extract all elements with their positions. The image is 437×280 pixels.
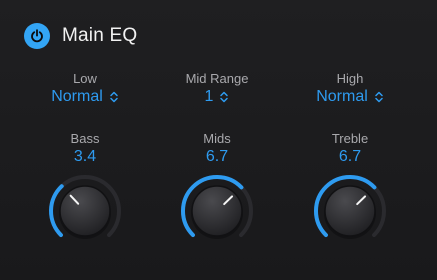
high-selector-label: High <box>336 71 364 86</box>
treble-knob-value: 6.7 <box>338 148 362 165</box>
knob-body <box>191 185 243 237</box>
mid-range-selector-label: Mid Range <box>185 71 249 86</box>
low-selector-value: Normal <box>51 88 103 105</box>
bass-knob-value: 3.4 <box>73 148 97 165</box>
high-selector-value: Normal <box>316 88 368 105</box>
bass-knob[interactable] <box>45 171 125 251</box>
knob-body <box>59 185 111 237</box>
low-selector[interactable]: Normal <box>25 88 145 106</box>
power-button[interactable] <box>24 23 50 49</box>
panel-header: Main EQ <box>24 22 137 50</box>
high-selector[interactable]: Normal <box>290 88 410 106</box>
bass-knob-label: Bass <box>70 131 100 146</box>
mid-range-selector-value: 1 <box>204 88 214 105</box>
main-eq-panel: Main EQ Low Normal Bass 3.4 Mid Range 1 … <box>0 0 437 280</box>
up-down-chevron-icon <box>375 91 383 103</box>
up-down-chevron-icon <box>220 91 229 103</box>
low-selector-label: Low <box>73 71 97 86</box>
mids-knob[interactable] <box>177 171 257 251</box>
knob-graphic <box>181 174 253 239</box>
power-icon <box>31 29 43 43</box>
mids-knob-value: 6.7 <box>205 148 229 165</box>
panel-title: Main EQ <box>62 25 138 46</box>
treble-knob-label: Treble <box>331 131 369 146</box>
knob-graphic <box>49 175 121 239</box>
treble-knob[interactable] <box>310 171 390 251</box>
knob-body <box>324 185 376 237</box>
up-down-chevron-icon <box>110 91 118 103</box>
mids-knob-label: Mids <box>203 131 231 146</box>
mid-range-selector[interactable]: 1 <box>157 88 277 106</box>
knob-graphic <box>314 174 386 239</box>
